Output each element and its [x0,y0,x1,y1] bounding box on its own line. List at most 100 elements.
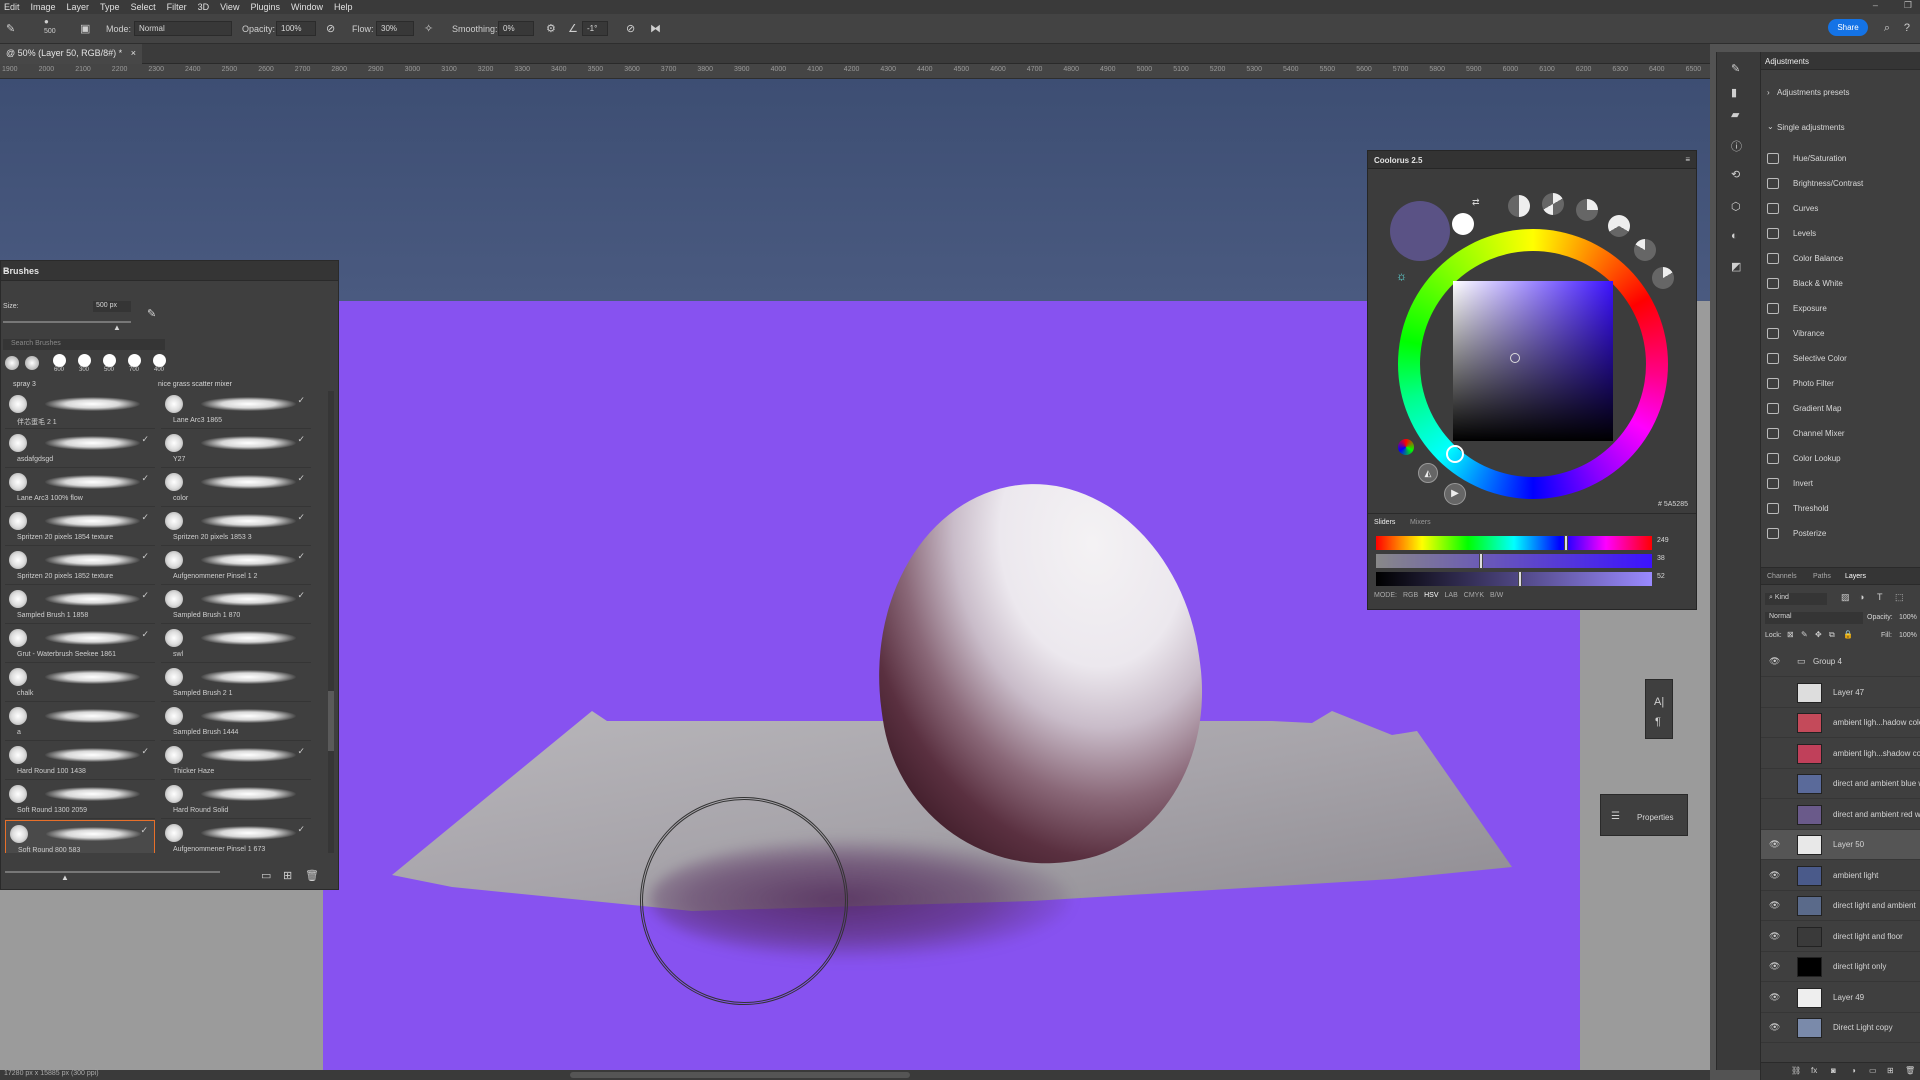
brush-item[interactable]: Lane Arc3 1865 ✓ [161,391,311,429]
gear-icon[interactable]: ⚙ [546,22,556,35]
panel-menu-icon[interactable]: ≡ [3,265,332,275]
brush-item[interactable]: Y27 ✓ [161,430,311,468]
hex-value[interactable]: # 5A5285 [1658,501,1688,508]
brush-item[interactable]: asdafgdsgd ✓ [5,430,155,468]
brush-item[interactable]: 伴芯蛋毛 2 1 [5,391,155,429]
brush-item[interactable]: Hard Round Solid [161,781,311,819]
saturation-value[interactable]: 38 [1657,555,1665,562]
layer-row[interactable]: 👁 Direct Light copy [1761,1013,1920,1043]
new-brush-button-icon[interactable]: ⊞ [283,869,292,882]
brush-item[interactable]: chalk [5,664,155,702]
brush-settings-icon[interactable]: ▣ [80,22,90,35]
share-button[interactable]: Share [1828,19,1868,36]
tab-sliders[interactable]: Sliders [1374,519,1395,526]
brush-search-input[interactable]: Search Brushes [3,339,165,350]
brush-item[interactable]: Aufgenommener Pinsel 1 673 ✓ [161,820,311,853]
menu-item-image[interactable]: Image [31,2,56,12]
layer-row[interactable]: direct and ambient red wal [1761,800,1920,830]
paragraph-icon[interactable]: ¶ [1655,716,1661,728]
lock-pixels-icon[interactable]: ✎ [1801,630,1808,639]
hue-slider[interactable] [1376,536,1652,550]
restore-icon[interactable]: ❐ [1904,0,1912,11]
opacity-field[interactable]: 100% [276,21,316,36]
fill-field[interactable]: 100% [1899,632,1917,639]
3d-cube-icon[interactable]: ⬡ [1731,200,1741,213]
brush-item[interactable]: Soft Round 800 583 ✓ [5,820,155,853]
brush-item[interactable]: Sampled Brush 2 1 [161,664,311,702]
layer-row[interactable]: 👁 direct light and floor [1761,922,1920,952]
layer-row[interactable]: 👁 Layer 50 [1761,830,1920,860]
comments-icon[interactable]: ▰ [1731,108,1739,121]
brush-preview-size-slider[interactable] [5,871,220,873]
visibility-eye-icon[interactable]: 👁 [1769,900,1780,911]
menu-item-window[interactable]: Window [291,2,323,12]
lock-artboard-icon[interactable]: ⧉ [1829,630,1835,640]
filter-type-icon[interactable]: T [1877,592,1883,602]
adjustment-item[interactable]: Channel Mixer [1767,426,1917,446]
tab-paths[interactable]: Paths [1813,573,1831,580]
minimize-icon[interactable]: – [1873,0,1878,11]
color-mode-icon[interactable] [1398,439,1414,455]
brush-item[interactable]: color ✓ [161,469,311,507]
pressure-opacity-icon[interactable]: ⊘ [326,22,335,35]
new-group-folder-icon[interactable]: ▭ [261,869,271,882]
flow-field[interactable]: 30% [376,21,414,36]
brush-item[interactable]: Spritzen 20 pixels 1852 texture ✓ [5,547,155,585]
character-icon[interactable]: A| [1654,696,1664,708]
brush-preset-dot[interactable] [25,356,39,370]
brush-item[interactable]: Sampled Brush 1 1858 ✓ [5,586,155,624]
menu-item-3d[interactable]: 3D [198,2,210,12]
brush-size-slider[interactable] [3,321,131,323]
slider-handle[interactable] [1564,535,1569,551]
brightness-value[interactable]: 52 [1657,573,1665,580]
brush-item[interactable]: Grut - Waterbrush Seekee 1861 ✓ [5,625,155,663]
preview-slider-handle-icon[interactable]: ▲ [61,873,69,882]
trash-icon[interactable]: 🗑 [305,869,319,882]
new-brush-icon[interactable]: ✎ [147,307,156,320]
color-mode-option[interactable]: B/W [1490,592,1503,602]
layer-row[interactable]: 👁 ambient light [1761,861,1920,891]
visibility-eye-icon[interactable]: 👁 [1769,1022,1780,1033]
adjustment-item[interactable]: Brightness/Contrast [1767,176,1917,196]
adjustment-item[interactable]: Hue/Saturation [1767,151,1917,171]
symmetry-icon[interactable]: ⧓ [650,22,661,35]
lock-all-icon[interactable]: 🔒 [1843,630,1853,639]
blend-mode-select[interactable]: Normal [1765,612,1863,624]
history-icon[interactable]: ⟲ [1731,168,1740,181]
new-adjustment-icon[interactable]: ◑ [1851,1066,1856,1075]
gamut-shape-icon[interactable] [1576,199,1598,221]
brush-item[interactable]: a [5,703,155,741]
panel-menu-icon[interactable]: ≡ [1685,155,1690,164]
lock-position-icon[interactable]: ✥ [1815,630,1822,639]
foreground-color-swatch[interactable] [1390,201,1450,261]
brightness-slider[interactable] [1376,572,1652,586]
filter-pixel-icon[interactable]: ▨ [1841,592,1850,603]
color-icon[interactable]: ◐ [1731,230,1738,242]
menu-item-plugins[interactable]: Plugins [250,2,280,12]
brush-preset-dot[interactable] [5,356,19,370]
brush-item[interactable]: Lane Arc3 100% flow ✓ [5,469,155,507]
close-tab-icon[interactable]: × [131,48,136,58]
visibility-eye-icon[interactable]: 👁 [1769,961,1780,972]
slider-handle[interactable] [1517,571,1522,587]
brush-item[interactable]: Spritzen 20 pixels 1854 texture ✓ [5,508,155,546]
layer-row[interactable]: 👁 direct light and ambient [1761,891,1920,921]
add-mask-icon[interactable]: ◙ [1831,1066,1836,1075]
menu-item-edit[interactable]: Edit [4,2,20,12]
brush-preset[interactable]: 600 [51,354,67,376]
lock-transparent-icon[interactable]: ⊠ [1787,630,1794,639]
coolorus-plugin-icon[interactable]: ◩ [1731,260,1741,273]
new-group-icon[interactable]: ▭ [1869,1066,1877,1075]
layer-row[interactable]: ambient ligh...hadow color [1761,708,1920,738]
info-icon[interactable]: ⓘ [1731,138,1742,154]
chevron-down-icon[interactable]: ⌄ [1767,122,1774,131]
layer-filter-select[interactable]: ⌕ Kind [1765,593,1827,605]
gamut-shape-icon[interactable] [1634,239,1656,261]
trash-icon[interactable]: 🗑 [1905,1066,1915,1075]
gamut-shape-icon[interactable] [1508,195,1530,217]
visibility-eye-icon[interactable]: 👁 [1769,656,1780,667]
color-mode-option[interactable]: RGB [1403,592,1418,602]
size-slider-handle-icon[interactable]: ▲ [113,323,121,332]
hue-marker[interactable] [1446,445,1464,463]
saturation-slider[interactable] [1376,554,1652,568]
